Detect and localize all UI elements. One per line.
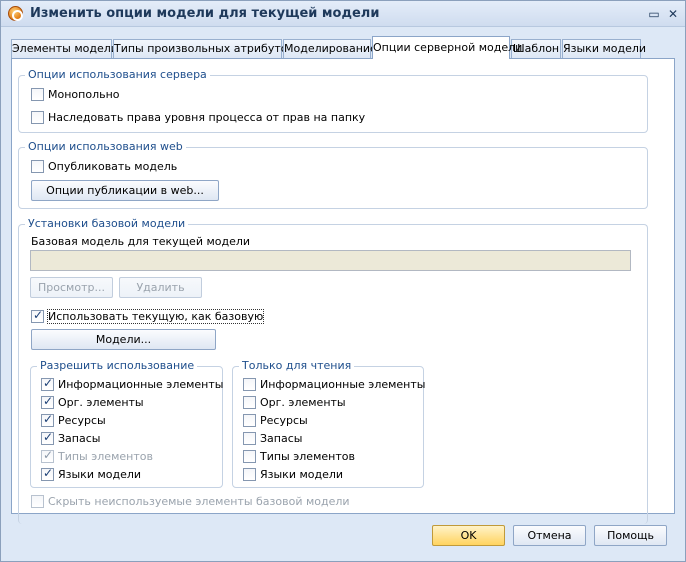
readonly-information-elements-label: Информационные элементы: [260, 377, 426, 391]
allow-information-elements-checkbox[interactable]: Информационные элементы: [41, 376, 223, 392]
allow-resources-checkbox[interactable]: Ресурсы: [41, 412, 106, 428]
base-model-group: Установки базовой модели Базовая модель …: [18, 217, 648, 524]
monopoly-label: Монопольно: [48, 87, 120, 101]
monopoly-checkbox-box[interactable]: [31, 87, 44, 101]
web-usage-group: Опции использования web Опубликовать мод…: [18, 140, 648, 209]
allow-information-elements-label: Информационные элементы: [58, 377, 224, 391]
monopoly-checkbox[interactable]: Монопольно: [31, 86, 120, 102]
tab-model-languages[interactable]: Языки модели: [562, 39, 646, 58]
tab-server-model-options[interactable]: Опции серверной модели: [372, 36, 522, 59]
publish-model-checkbox-box[interactable]: [31, 159, 44, 173]
tab-model-elements[interactable]: Элементы модели: [11, 39, 118, 58]
use-current-as-base-label: Использовать текущую, как базовую: [46, 308, 265, 324]
allow-org-elements-checkbox[interactable]: Орг. элементы: [41, 394, 144, 410]
hide-unused-box: [31, 494, 44, 508]
readonly-resources-box[interactable]: [243, 413, 256, 427]
inherit-rights-label: Наследовать права уровня процесса от пра…: [48, 110, 366, 124]
readonly-information-elements-box[interactable]: [243, 377, 256, 391]
cancel-button[interactable]: Отмена: [513, 525, 586, 546]
allow-stocks-checkbox[interactable]: Запасы: [41, 430, 100, 446]
server-usage-title: Опции использования сервера: [25, 68, 210, 81]
readonly-element-types-label: Типы элементов: [260, 449, 355, 463]
close-icon[interactable]: ✕: [665, 6, 681, 22]
window-title: Изменить опции модели для текущей модели: [30, 6, 380, 21]
readonly-resources-label: Ресурсы: [260, 413, 308, 427]
restore-icon[interactable]: ▭: [646, 6, 662, 22]
allow-element-types-label: Типы элементов: [58, 449, 153, 463]
publish-model-checkbox[interactable]: Опубликовать модель: [31, 158, 177, 174]
dialog-window: Изменить опции модели для текущей модели…: [0, 0, 686, 562]
readonly-org-elements-checkbox[interactable]: Орг. элементы: [243, 394, 346, 410]
allow-resources-box[interactable]: [41, 412, 54, 427]
inherit-rights-checkbox[interactable]: Наследовать права уровня процесса от пра…: [31, 109, 365, 125]
allow-resources-label: Ресурсы: [58, 413, 106, 427]
tab-custom-attribute-types[interactable]: Типы произвольных атрибутов: [113, 39, 294, 58]
allow-use-title: Разрешить использование: [37, 359, 198, 372]
use-current-as-base-checkbox-box[interactable]: [31, 308, 44, 323]
use-current-as-base-checkbox[interactable]: Использовать текущую, как базовую: [31, 308, 265, 324]
read-only-group: Только для чтения Информационные элемент…: [232, 359, 425, 488]
view-button: Просмотр...: [30, 277, 113, 298]
delete-button: Удалить: [119, 277, 202, 298]
readonly-model-languages-box[interactable]: [243, 467, 256, 481]
base-model-field-label: Базовая модель для текущей модели: [31, 235, 251, 248]
web-publish-options-button[interactable]: Опции публикации в web...: [31, 180, 219, 201]
base-model-field: [30, 250, 631, 271]
readonly-stocks-checkbox[interactable]: Запасы: [243, 430, 302, 446]
publish-model-label: Опубликовать модель: [48, 159, 178, 173]
tab-modeling[interactable]: Моделирование: [283, 39, 377, 58]
hide-unused-checkbox: Скрыть неиспользуемые элементы базовой м…: [31, 493, 350, 509]
readonly-stocks-label: Запасы: [260, 431, 303, 445]
readonly-org-elements-label: Орг. элементы: [260, 395, 346, 409]
allow-element-types-box: [41, 448, 54, 463]
allow-model-languages-box[interactable]: [41, 466, 54, 481]
server-usage-group: Опции использования сервера Монопольно Н…: [18, 68, 648, 133]
allow-information-elements-box[interactable]: [41, 376, 54, 391]
hide-unused-label: Скрыть неиспользуемые элементы базовой м…: [48, 494, 350, 508]
inherit-rights-checkbox-box[interactable]: [31, 110, 44, 124]
models-button[interactable]: Модели...: [31, 329, 216, 350]
readonly-org-elements-box[interactable]: [243, 395, 256, 409]
read-only-title: Только для чтения: [239, 359, 355, 372]
help-button[interactable]: Помощь: [594, 525, 667, 546]
readonly-stocks-box[interactable]: [243, 431, 256, 445]
app-logo-icon: [8, 6, 23, 21]
base-model-title: Установки базовой модели: [25, 217, 189, 230]
readonly-model-languages-checkbox[interactable]: Языки модели: [243, 466, 343, 482]
readonly-information-elements-checkbox[interactable]: Информационные элементы: [243, 376, 425, 392]
readonly-element-types-checkbox[interactable]: Типы элементов: [243, 448, 355, 464]
title-bar[interactable]: Изменить опции модели для текущей модели…: [1, 1, 685, 27]
server-options-panel: Опции использования сервера Монопольно Н…: [11, 58, 675, 524]
readonly-element-types-box[interactable]: [243, 449, 256, 463]
allow-org-elements-box[interactable]: [41, 394, 54, 409]
allow-org-elements-label: Орг. элементы: [58, 395, 144, 409]
allow-use-group: Разрешить использование Информационные э…: [30, 359, 223, 488]
readonly-model-languages-label: Языки модели: [260, 467, 344, 481]
ok-button[interactable]: OK: [432, 525, 505, 546]
allow-model-languages-label: Языки модели: [58, 467, 142, 481]
allow-element-types-checkbox: Типы элементов: [41, 448, 153, 464]
allow-stocks-box[interactable]: [41, 430, 54, 445]
web-usage-title: Опции использования web: [25, 140, 186, 153]
allow-stocks-label: Запасы: [58, 431, 101, 445]
readonly-resources-checkbox[interactable]: Ресурсы: [243, 412, 308, 428]
allow-model-languages-checkbox[interactable]: Языки модели: [41, 466, 141, 482]
